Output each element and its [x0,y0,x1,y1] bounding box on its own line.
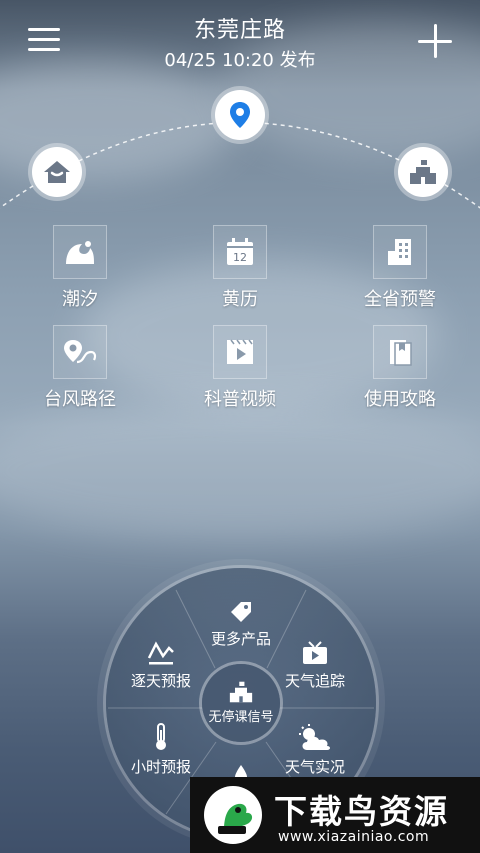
typhoon-path-icon [53,325,107,379]
grid-item-typhoon-path[interactable]: 台风路径 [10,325,150,411]
calendar-icon: 12 [213,225,267,279]
guide-book-icon [373,325,427,379]
banner-title: 下载鸟资源 [274,792,449,831]
wave-icon [53,225,107,279]
grid-item-guide[interactable]: 使用攻略 [330,325,470,411]
wheel-center-label: 无停课信号 [208,710,274,725]
grid-item-science-video[interactable]: 科普视频 [170,325,310,411]
wheel-center-class-signal[interactable]: 无停课信号 [202,664,280,742]
grid-label: 使用攻略 [364,389,436,410]
wheel-item-hourly-forecast[interactable]: 小时预报 [116,722,206,777]
wheel-label: 逐天预报 [130,672,191,690]
house-icon [44,161,70,183]
grid-label: 潮汐 [62,289,98,310]
wheel-label: 小时预报 [130,758,191,776]
svg-text:12: 12 [233,251,247,264]
tag-icon [196,594,286,624]
wheel-item-weather-tracking[interactable]: 天气追踪 [270,636,360,691]
tv-icon [270,636,360,666]
grid-item-tide[interactable]: 潮汐 [10,225,150,311]
thermometer-icon [116,722,206,752]
sun-cloud-icon [270,722,360,752]
grid-label: 黄历 [222,289,258,310]
wheel-label: 天气追踪 [284,672,345,690]
grid-label: 台风路径 [44,389,116,410]
watermark-banner: 下载鸟资源 www.xiazainiao.com [190,777,480,853]
grid-item-almanac[interactable]: 12 黄历 [170,225,310,311]
grid-label: 科普视频 [204,389,276,410]
banner-url: www.xiazainiao.com [278,829,430,845]
wheel-item-daily-forecast[interactable]: 逐天预报 [116,636,206,691]
school-icon [202,664,280,704]
wheel-item-weather-live[interactable]: 天气实况 [270,722,360,777]
school-icon [410,160,436,184]
location-node[interactable] [215,90,265,140]
wheel-label: 天气实况 [284,758,345,776]
school-node[interactable] [398,147,448,197]
location-pin-icon [230,102,250,128]
grid-item-province-warning[interactable]: 全省预警 [330,225,470,311]
buildings-icon [373,225,427,279]
trend-icon [116,636,206,666]
grid-label: 全省预警 [364,289,436,310]
bird-logo-icon [204,786,262,844]
home-node[interactable] [32,147,82,197]
cloud [0,400,480,540]
video-icon [213,325,267,379]
